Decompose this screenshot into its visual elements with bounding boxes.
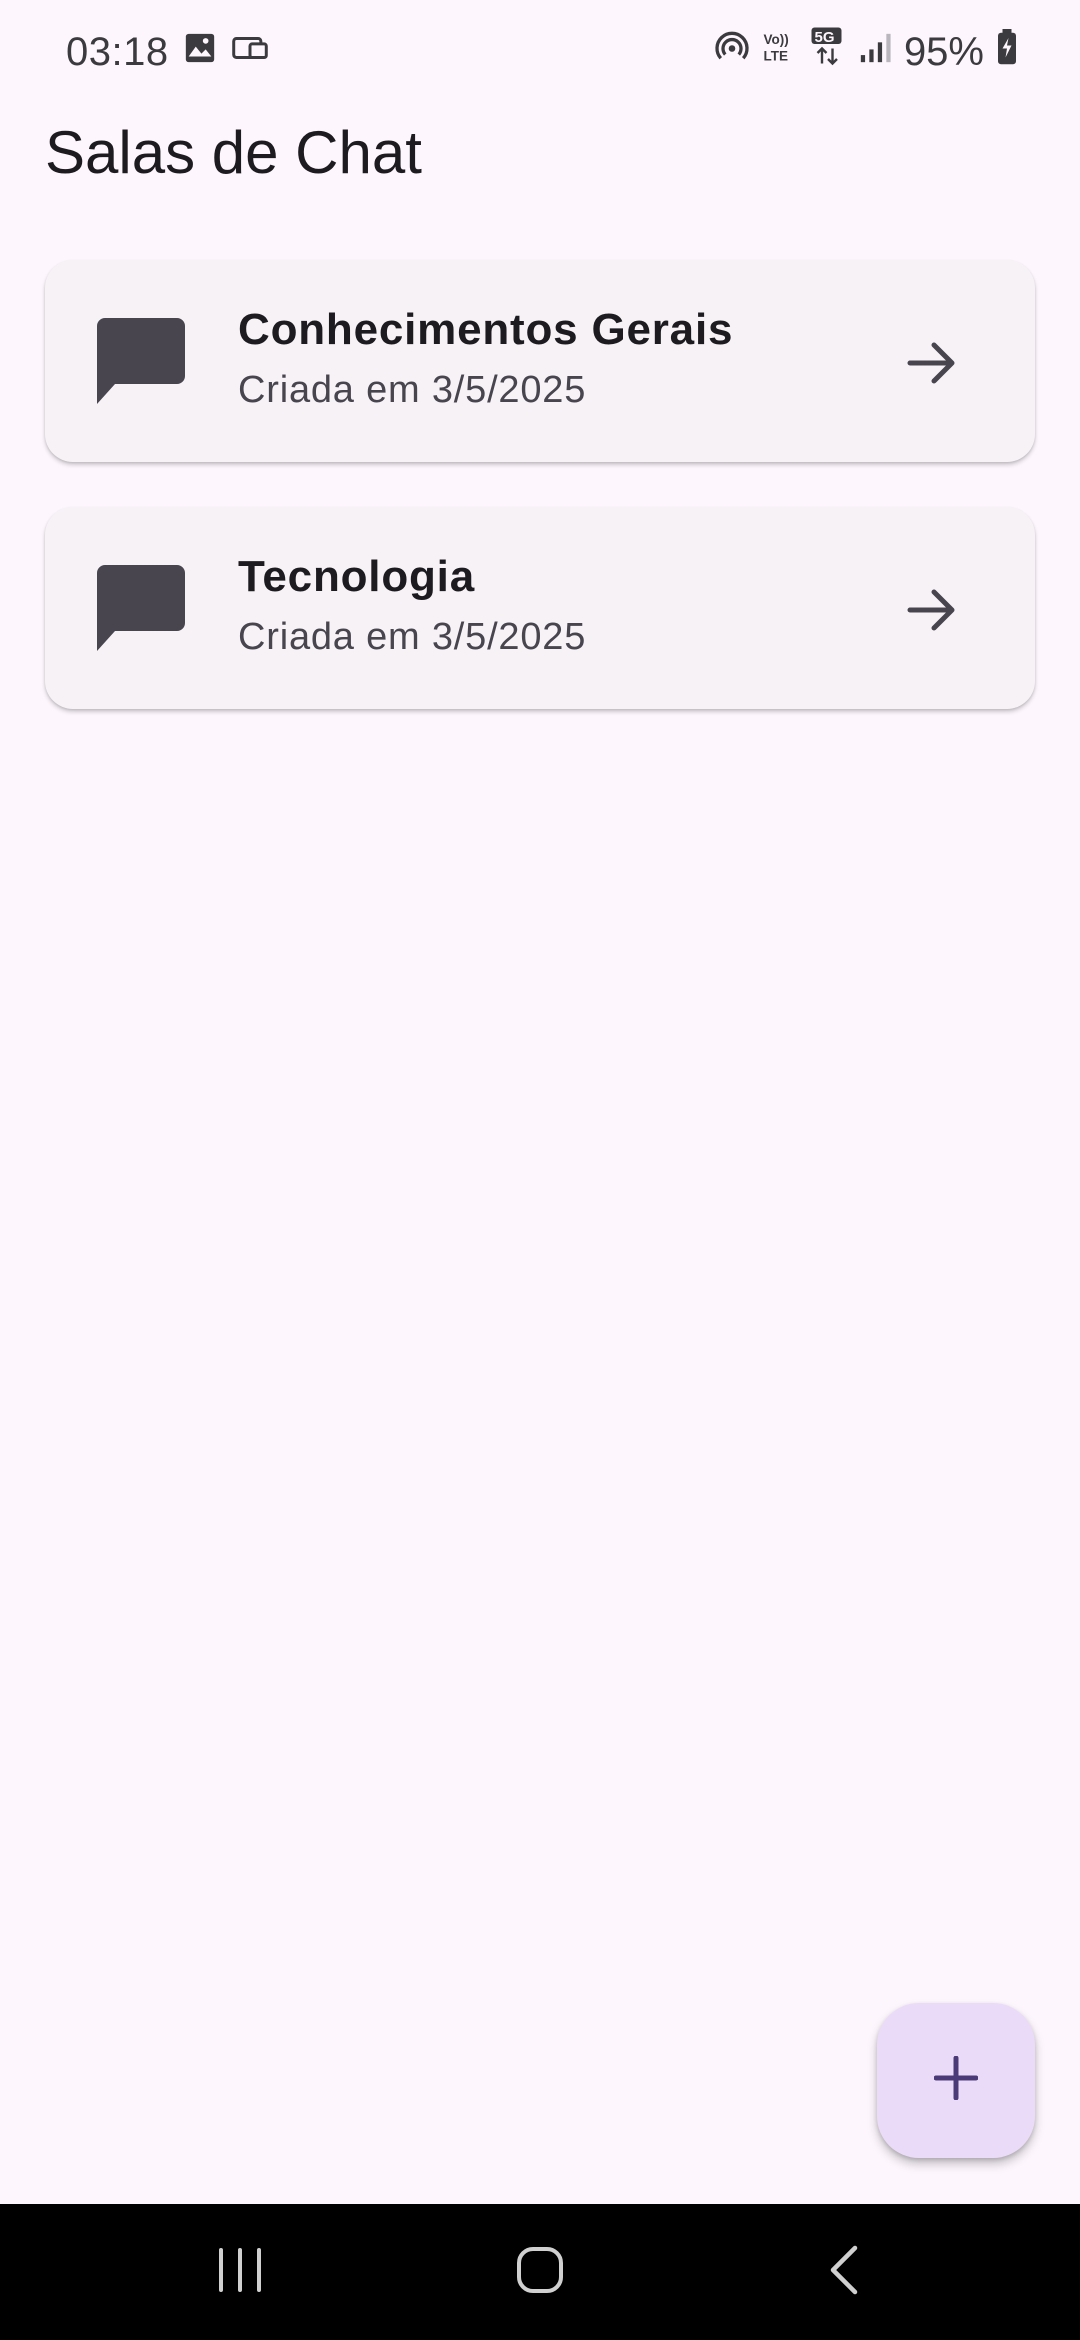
svg-text:LTE: LTE — [763, 49, 788, 64]
room-date: Criada em 3/5/2025 — [238, 616, 587, 658]
status-right: Vo)) LTE 5G 95% — [714, 27, 1018, 77]
signal-icon — [858, 30, 892, 75]
room-name: Conhecimentos Gerais — [238, 305, 734, 354]
home-icon — [516, 2246, 564, 2299]
battery-icon — [996, 29, 1018, 75]
room-card-conhecimentos-gerais[interactable]: Conhecimentos Gerais Criada em 3/5/2025 — [45, 260, 1035, 462]
room-card-tecnologia[interactable]: Tecnologia Criada em 3/5/2025 — [45, 507, 1035, 709]
svg-text:Vo)): Vo)) — [763, 32, 788, 47]
add-room-button[interactable] — [877, 2003, 1035, 2158]
back-icon — [829, 2245, 861, 2300]
status-bar: 03:18 Vo)) LTE 5G 95% — [0, 0, 1080, 104]
gallery-icon — [183, 30, 217, 75]
page-title: Salas de Chat — [45, 119, 422, 186]
cast-icon — [231, 30, 269, 75]
room-text: Conhecimentos Gerais Criada em 3/5/2025 — [238, 304, 733, 412]
5g-icon: 5G — [810, 27, 846, 77]
recents-button[interactable] — [160, 2204, 320, 2340]
recents-icon — [217, 2247, 263, 2297]
rooms-list: Conhecimentos Gerais Criada em 3/5/2025 … — [45, 260, 1035, 754]
arrow-right-icon[interactable] — [907, 585, 957, 635]
status-left: 03:18 — [66, 30, 269, 75]
chat-bubble-icon — [97, 318, 185, 404]
back-button[interactable] — [765, 2204, 925, 2340]
room-date: Criada em 3/5/2025 — [238, 369, 587, 411]
home-button[interactable] — [460, 2204, 620, 2340]
navigation-bar — [0, 2204, 1080, 2340]
chat-bubble-icon — [97, 565, 185, 651]
hotspot-icon — [714, 29, 750, 75]
status-time: 03:18 — [66, 29, 169, 74]
room-name: Tecnologia — [238, 552, 475, 601]
battery-percentage: 95% — [903, 29, 984, 74]
room-text: Tecnologia Criada em 3/5/2025 — [238, 551, 586, 659]
svg-text:5G: 5G — [814, 29, 834, 46]
plus-icon — [933, 2055, 979, 2105]
volte-icon: Vo)) LTE — [762, 29, 798, 75]
arrow-right-icon[interactable] — [907, 338, 957, 388]
